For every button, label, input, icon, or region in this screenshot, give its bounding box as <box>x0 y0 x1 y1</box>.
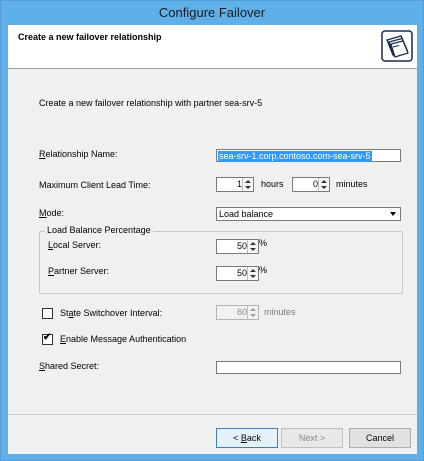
state-switchover-checkbox[interactable] <box>42 308 53 319</box>
mclt-minutes-unit: minutes <box>336 179 368 189</box>
intro-text: Create a new failover relationship with … <box>39 98 263 108</box>
wizard-header: Create a new failover relationship <box>8 25 417 69</box>
relationship-name-label: Relationship Name: <box>39 149 118 159</box>
local-server-unit: % <box>259 238 268 248</box>
mode-value: Load balance <box>219 209 274 219</box>
message-auth-label: Enable Message Authentication <box>60 334 187 344</box>
mclt-hours-unit: hours <box>261 179 284 189</box>
cancel-button[interactable]: Cancel <box>349 428 411 448</box>
local-server-spinner[interactable]: 50 <box>216 239 259 254</box>
page-title: Create a new failover relationship <box>18 32 162 42</box>
load-balance-group-label: Load Balance Percentage <box>45 225 153 235</box>
message-auth-checkbox[interactable]: ✔ <box>42 332 53 345</box>
spinner-arrows-icon[interactable] <box>242 178 253 191</box>
partner-server-spinner[interactable]: 50 <box>216 266 259 281</box>
mclt-label: Maximum Client Lead Time: <box>39 180 151 190</box>
partner-server-value: 50 <box>236 268 247 278</box>
local-server-label: Local Server: <box>48 240 102 250</box>
mclt-minutes-spinner[interactable]: 0 <box>292 177 330 192</box>
wizard-folders-icon <box>381 30 413 62</box>
spinner-arrows-icon[interactable] <box>247 240 258 253</box>
mclt-hours-spinner[interactable]: 1 <box>216 177 254 192</box>
state-switchover-spinner[interactable]: 60 <box>216 305 259 320</box>
partner-server-label: Partner Server: <box>48 266 110 276</box>
shared-secret-input[interactable] <box>216 361 401 374</box>
configure-failover-window: Configure Failover Create a new failover… <box>0 0 424 461</box>
chevron-down-icon[interactable] <box>387 208 400 220</box>
spinner-arrows-icon[interactable] <box>318 178 329 191</box>
shared-secret-label: Shared Secret: <box>39 361 100 371</box>
local-server-value: 50 <box>236 241 247 251</box>
relationship-name-input[interactable]: sea-srv-1.corp.contoso.com-sea-srv-5 <box>216 149 401 162</box>
footer-separator <box>8 414 417 415</box>
state-switchover-unit: minutes <box>264 307 296 317</box>
window-title: Configure Failover <box>158 5 266 20</box>
wizard-client-area: Create a new failover relationship Creat… <box>8 25 417 454</box>
next-button[interactable]: Next > <box>281 428 343 448</box>
state-switchover-label: State Switchover Interval: <box>60 308 163 318</box>
relationship-name-value: sea-srv-1.corp.contoso.com-sea-srv-5 <box>218 151 372 162</box>
spinner-arrows-icon[interactable] <box>247 267 258 280</box>
checkmark-icon: ✔ <box>43 332 52 343</box>
mode-label: Mode: <box>39 208 65 218</box>
state-switchover-value: 60 <box>236 307 247 317</box>
partner-server-unit: % <box>259 265 268 275</box>
spinner-arrows-icon[interactable] <box>247 306 258 319</box>
back-button[interactable]: < Back <box>216 428 278 448</box>
mode-select[interactable]: Load balance <box>216 207 401 221</box>
